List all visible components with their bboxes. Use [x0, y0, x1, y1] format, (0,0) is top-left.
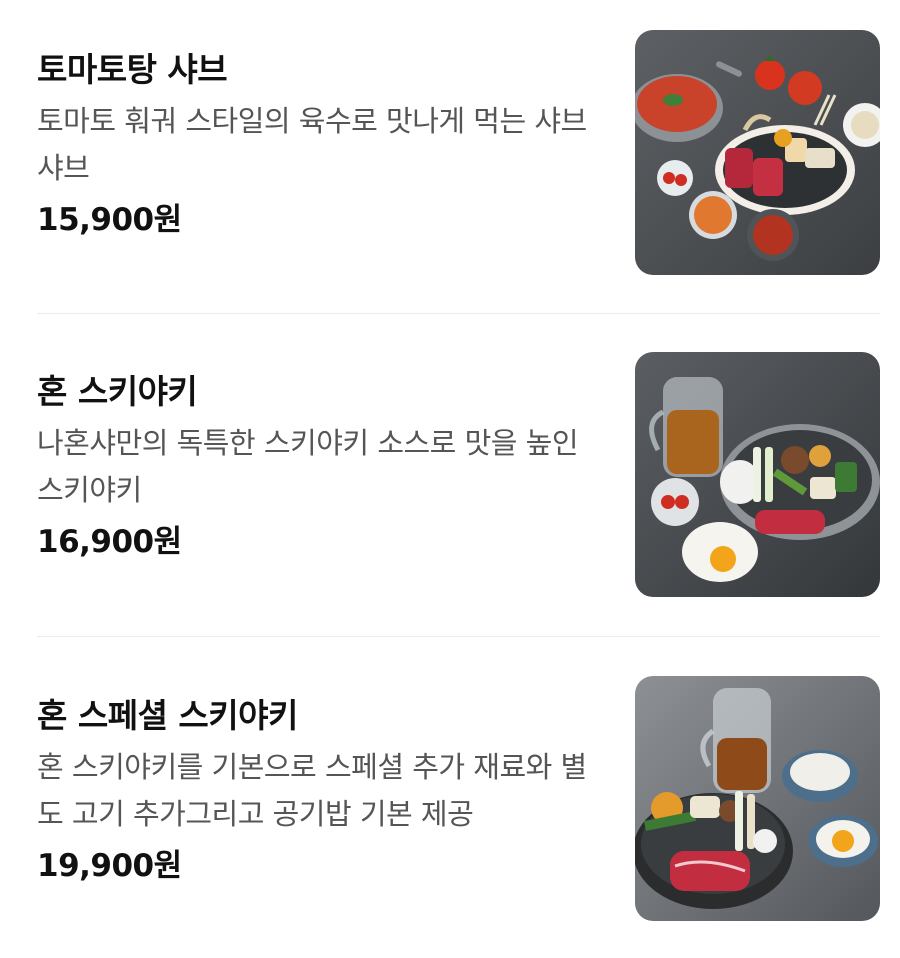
sukiyaki-photo[interactable] [635, 352, 880, 597]
tomato-shabu-photo[interactable] [635, 30, 880, 275]
divider [37, 313, 880, 314]
menu-item-price: 16,900원 [37, 524, 182, 560]
menu-item-text: 혼 스키야키 나혼샤만의 독특한 스키야키 소스로 맛을 높인 스키야키 16,… [37, 350, 612, 562]
menu-item-description: 토마토 훠궈 스타일의 육수로 맛나게 먹는 샤브샤브 [37, 104, 587, 185]
menu-list: 토마토탕 샤브 토마토 훠궈 스타일의 육수로 맛나게 먹는 샤브샤브 15,9… [0, 0, 900, 958]
menu-item-text: 혼 스페셜 스키야키 혼 스키야키를 기본으로 스페셜 추가 재료와 별도 고기… [37, 674, 612, 886]
menu-item-special-sukiyaki[interactable]: 혼 스페셜 스키야키 혼 스키야키를 기본으로 스페셜 추가 재료와 별도 고기… [0, 674, 900, 924]
menu-item-tomato-shabu[interactable]: 토마토탕 샤브 토마토 훠궈 스타일의 육수로 맛나게 먹는 샤브샤브 15,9… [0, 28, 900, 278]
menu-item-text: 토마토탕 샤브 토마토 훠궈 스타일의 육수로 맛나게 먹는 샤브샤브 15,9… [37, 28, 612, 240]
tomato-shabu-photo-image [635, 30, 880, 275]
menu-item-description: 혼 스키야키를 기본으로 스페셜 추가 재료와 별도 고기 추가그리고 공기밥 … [37, 750, 587, 831]
special-sukiyaki-photo-image [635, 676, 880, 921]
divider [37, 636, 880, 637]
sukiyaki-photo-image [635, 352, 880, 597]
menu-item-sukiyaki[interactable]: 혼 스키야키 나혼샤만의 독특한 스키야키 소스로 맛을 높인 스키야키 16,… [0, 350, 900, 600]
menu-item-description: 나혼샤만의 독특한 스키야키 소스로 맛을 높인 스키야키 [37, 426, 579, 507]
menu-item-name: 토마토탕 샤브 [37, 50, 228, 89]
menu-item-price: 19,900원 [37, 848, 182, 884]
menu-item-name: 혼 스페셜 스키야키 [37, 696, 298, 735]
special-sukiyaki-photo[interactable] [635, 676, 880, 921]
menu-item-name: 혼 스키야키 [37, 372, 198, 411]
menu-item-price: 15,900원 [37, 202, 182, 238]
